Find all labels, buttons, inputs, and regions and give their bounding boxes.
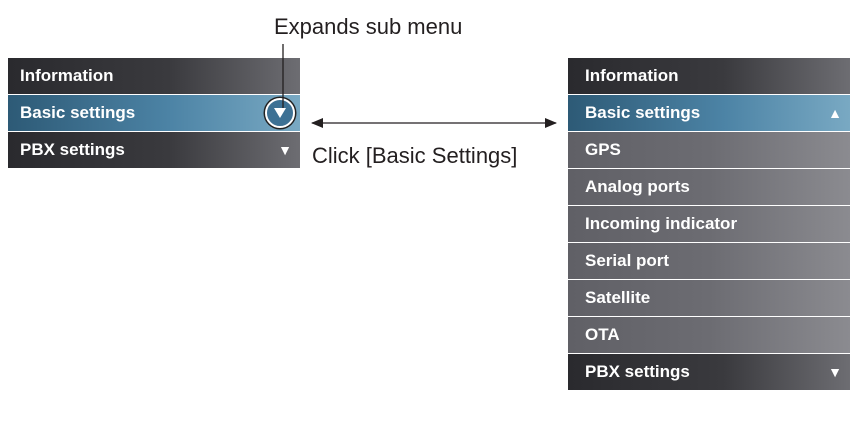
callout-overlay: [282, 44, 557, 128]
